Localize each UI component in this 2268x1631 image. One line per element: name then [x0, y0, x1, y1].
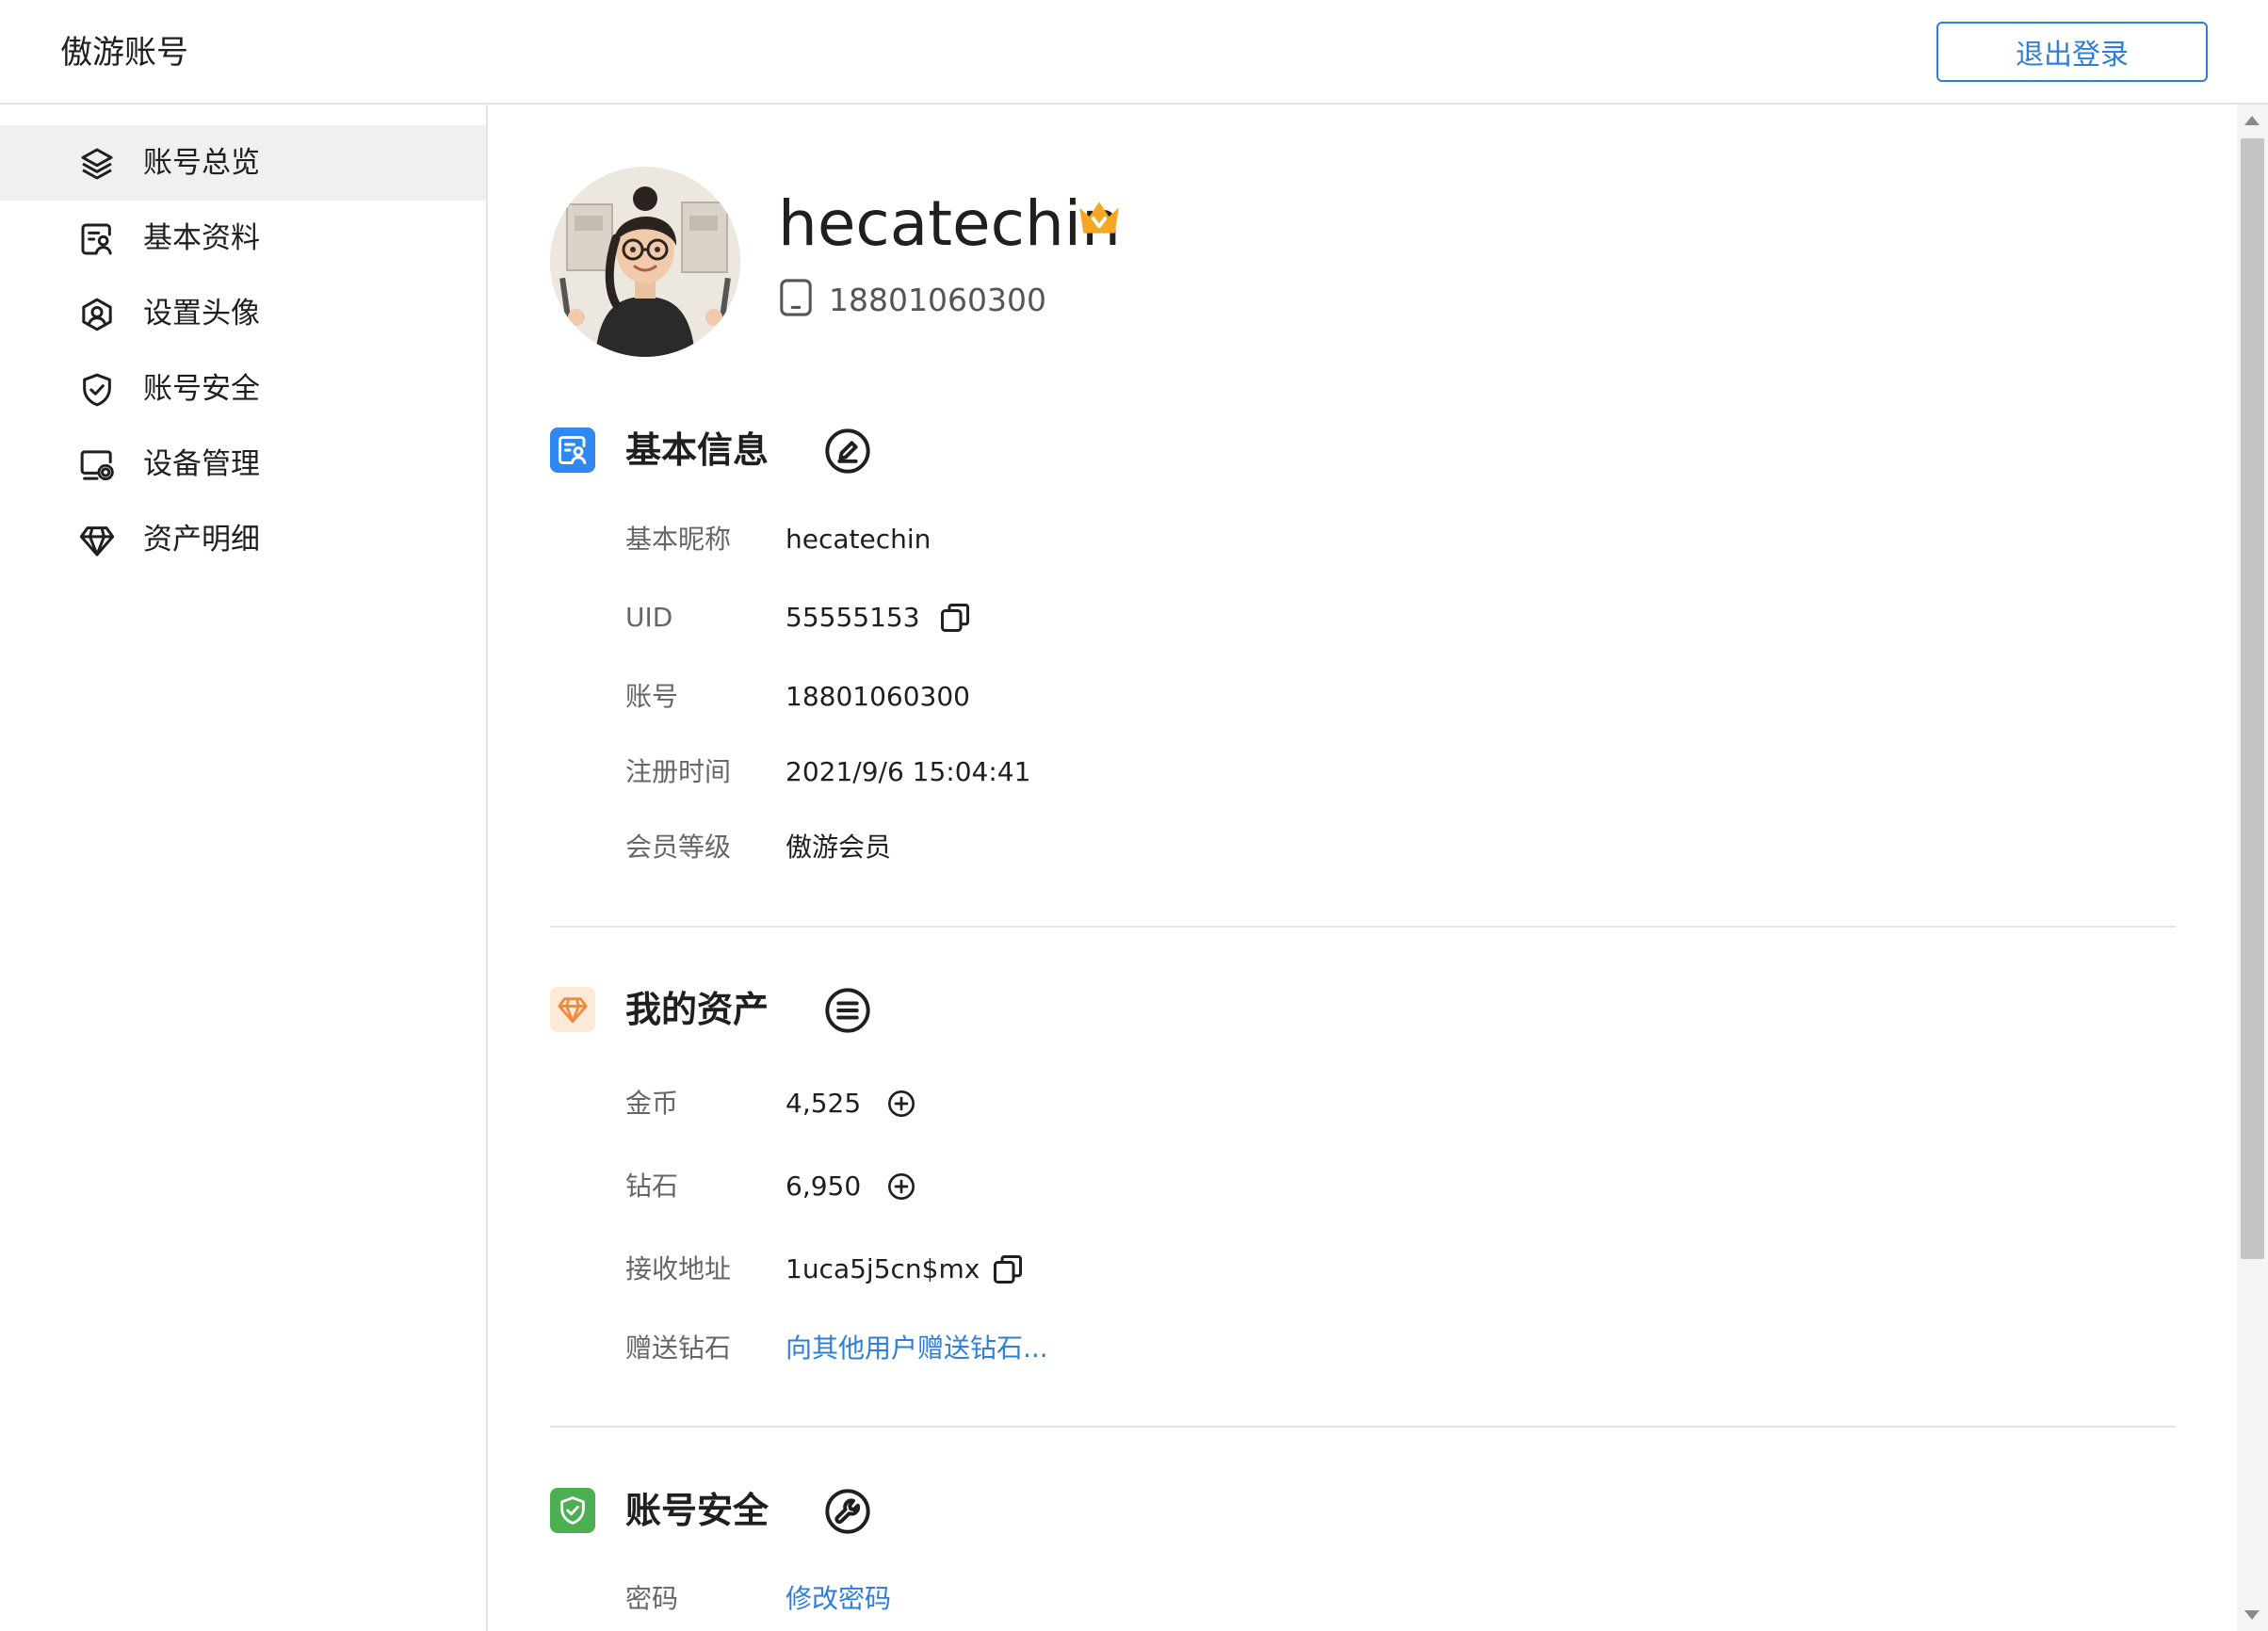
list-icon[interactable] [823, 986, 872, 1035]
receive-address-value: 1uca5j5cn$mx [786, 1253, 980, 1284]
scroll-thumb[interactable] [2241, 138, 2264, 1259]
coins-value: 4,525 [786, 1088, 862, 1119]
member-level-label: 会员等级 [625, 832, 732, 863]
gift-diamonds-label: 赠送钻石 [625, 1332, 732, 1364]
sidebar-item-label: 账号总览 [143, 146, 260, 180]
device-settings-icon [77, 445, 117, 485]
uid-label: UID [625, 602, 673, 633]
security-title: 账号安全 [625, 1490, 770, 1531]
vertical-scrollbar[interactable] [2237, 105, 2268, 1631]
avatar[interactable] [550, 167, 740, 357]
register-time-label: 注册时间 [625, 756, 732, 787]
logout-button[interactable]: 退出登录 [1936, 22, 2208, 82]
coins-label: 金币 [625, 1088, 679, 1119]
sidebar-item-label: 设置头像 [143, 297, 260, 331]
diamonds-label: 钻石 [625, 1171, 679, 1202]
nickname-value: hecatechin [786, 524, 932, 555]
member-level-value: 傲游会员 [786, 832, 892, 863]
add-diamonds-icon[interactable] [886, 1171, 916, 1202]
layers-icon [77, 144, 117, 184]
shield-check-icon [550, 1488, 595, 1533]
copy-icon[interactable] [991, 1252, 1025, 1286]
account-value: 18801060300 [786, 681, 970, 712]
shield-check-icon [77, 370, 117, 410]
edit-icon[interactable] [823, 427, 872, 476]
sidebar: 账号总览 基本资料 设置头像 账号安全 设备管理 资产明细 [0, 105, 488, 1631]
app-title: 傲游账号 [60, 34, 188, 72]
main-content: hecatechin 18801060300 基本信息 基本昵称 hecatec… [490, 105, 2237, 1631]
receive-address-label: 接收地址 [625, 1253, 732, 1284]
gift-diamonds-link[interactable]: 向其他用户赠送钻石... [786, 1330, 1048, 1367]
wrench-icon[interactable] [823, 1487, 872, 1536]
sidebar-item-profile[interactable]: 基本资料 [0, 201, 486, 276]
diamond-icon [77, 521, 117, 560]
copy-icon[interactable] [938, 601, 972, 635]
sidebar-item-overview[interactable]: 账号总览 [0, 125, 486, 201]
change-password-link[interactable]: 修改密码 [786, 1580, 891, 1618]
sidebar-item-set-avatar[interactable]: 设置头像 [0, 276, 486, 351]
assets-title: 我的资产 [625, 989, 770, 1030]
sidebar-item-devices[interactable]: 设备管理 [0, 427, 486, 502]
crown-icon [1076, 194, 1123, 241]
diamonds-value: 6,950 [786, 1171, 862, 1202]
sidebar-item-label: 基本资料 [143, 221, 260, 255]
avatar-badge-icon [77, 295, 117, 334]
sidebar-item-assets[interactable]: 资产明细 [0, 502, 486, 577]
scroll-down-arrow-icon[interactable] [2244, 1610, 2260, 1620]
profile-card-icon [77, 219, 117, 259]
password-label: 密码 [625, 1583, 679, 1614]
sidebar-item-label: 账号安全 [143, 372, 260, 406]
sidebar-item-security[interactable]: 账号安全 [0, 351, 486, 427]
sidebar-item-label: 资产明细 [143, 523, 260, 557]
add-coins-icon[interactable] [886, 1089, 916, 1119]
basic-info-title: 基本信息 [625, 429, 770, 471]
phone-icon [778, 278, 814, 317]
account-label: 账号 [625, 681, 679, 712]
profile-card-icon [550, 428, 595, 473]
top-bar: 傲游账号 退出登录 [0, 0, 2268, 105]
diamond-icon [550, 987, 595, 1032]
section-divider [550, 1426, 2176, 1428]
section-divider [550, 926, 2176, 928]
profile-username: hecatechin [778, 187, 1121, 260]
scroll-up-arrow-icon[interactable] [2244, 116, 2260, 125]
uid-value: 55555153 [786, 602, 920, 633]
nickname-label: 基本昵称 [625, 524, 732, 555]
sidebar-item-label: 设备管理 [143, 447, 260, 481]
register-time-value: 2021/9/6 15:04:41 [786, 756, 1031, 787]
profile-phone: 18801060300 [829, 282, 1046, 318]
